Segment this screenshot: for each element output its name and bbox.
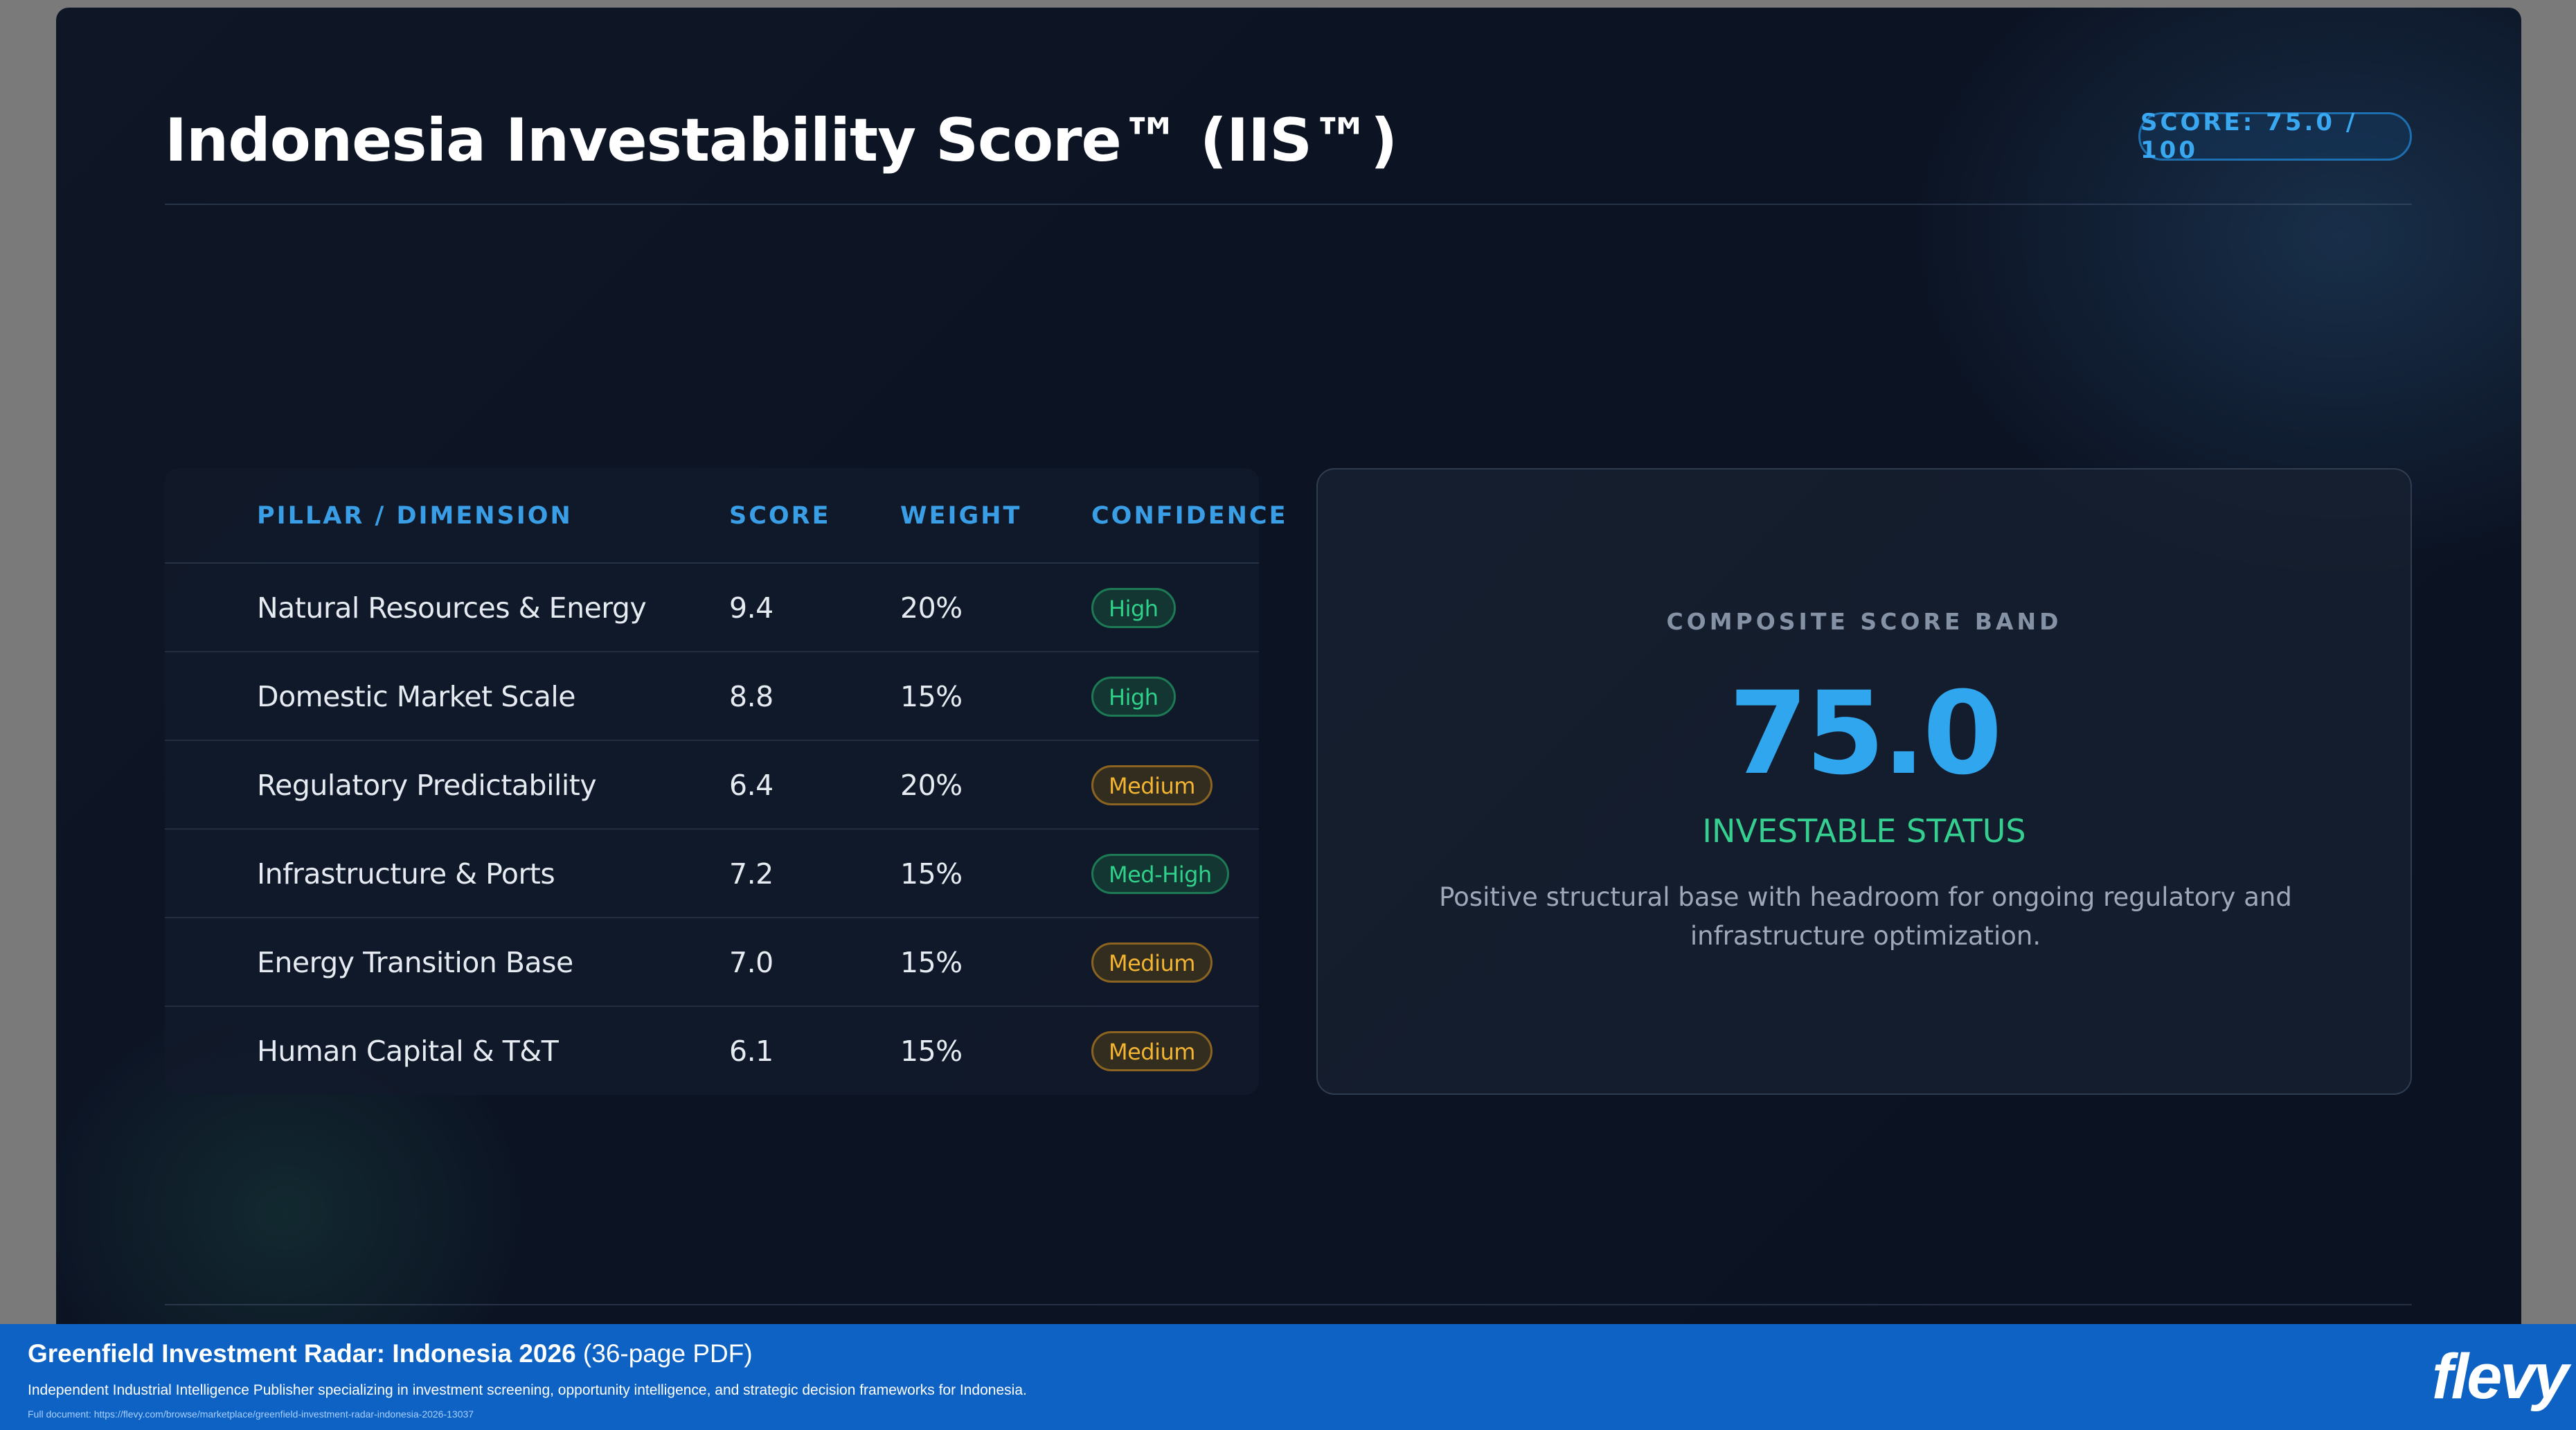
pillar-cell: Infrastructure & Ports	[257, 857, 555, 891]
header-divider	[165, 204, 2412, 205]
document-title[interactable]: Greenfield Investment Radar: Indonesia 2…	[28, 1339, 753, 1368]
confidence-badge: Medium	[1091, 765, 1213, 805]
band-label: COMPOSITE SCORE BAND	[1666, 608, 2062, 635]
document-footer: Greenfield Investment Radar: Indonesia 2…	[0, 1324, 2576, 1430]
column-header-pillar: PILLAR / DIMENSION	[257, 502, 573, 530]
column-header-weight: WEIGHT	[900, 502, 1022, 530]
confidence-badge: Med-High	[1091, 854, 1229, 894]
weight-cell: 20%	[900, 769, 963, 802]
table-row: Regulatory Predictability 6.4 20% Medium	[165, 741, 1259, 830]
weight-cell: 20%	[900, 591, 963, 625]
weight-cell: 15%	[900, 857, 963, 891]
confidence-badge: Medium	[1091, 942, 1213, 983]
publisher-description: Independent Industrial Intelligence Publ…	[28, 1382, 1027, 1398]
table-row: Natural Resources & Energy 9.4 20% High	[165, 564, 1259, 652]
pillar-cell: Domestic Market Scale	[257, 680, 576, 713]
score-cell: 7.0	[729, 946, 773, 979]
confidence-badge: High	[1091, 588, 1176, 628]
table-row: Infrastructure & Ports 7.2 15% Med-High	[165, 830, 1259, 918]
pillar-cell: Natural Resources & Energy	[257, 591, 647, 625]
column-header-score: SCORE	[729, 502, 831, 530]
pillar-cell: Regulatory Predictability	[257, 769, 597, 802]
flevy-logo[interactable]: flevy	[2432, 1341, 2569, 1413]
table-row: Energy Transition Base 7.0 15% Medium	[165, 918, 1259, 1007]
column-header-confidence: CONFIDENCE	[1091, 502, 1288, 530]
pillar-table: PILLAR / DIMENSION SCORE WEIGHT CONFIDEN…	[165, 468, 1286, 1096]
table-header: PILLAR / DIMENSION SCORE WEIGHT CONFIDEN…	[165, 468, 1286, 564]
confidence-badge: High	[1091, 677, 1176, 717]
composite-score-card: COMPOSITE SCORE BAND 75.0 INVESTABLE STA…	[1316, 468, 2412, 1095]
page-title: Indonesia Investability Score™ (IIS™)	[165, 106, 1397, 175]
table-row: Domestic Market Scale 8.8 15% High	[165, 652, 1259, 741]
table-row: Human Capital & T&T 6.1 15% Medium	[165, 1007, 1259, 1096]
score-cell: 8.8	[729, 680, 773, 713]
weight-cell: 15%	[900, 1035, 963, 1068]
slide: Indonesia Investability Score™ (IIS™) SC…	[56, 8, 2521, 1358]
pillar-cell: Human Capital & T&T	[257, 1035, 559, 1068]
band-description: Positive structural base with headroom f…	[1439, 882, 2292, 951]
confidence-badge: Medium	[1091, 1031, 1213, 1071]
composite-score-value: 75.0	[1728, 667, 2002, 800]
score-badge: SCORE: 75.0 / 100	[2138, 109, 2412, 164]
investable-status: INVESTABLE STATUS	[1702, 812, 2026, 850]
weight-cell: 15%	[900, 680, 963, 713]
footer-divider	[165, 1304, 2412, 1305]
document-link[interactable]: Full document: https://flevy.com/browse/…	[28, 1409, 474, 1420]
score-cell: 6.1	[729, 1035, 773, 1068]
score-cell: 9.4	[729, 591, 773, 625]
pillar-cell: Energy Transition Base	[257, 946, 573, 979]
score-cell: 7.2	[729, 857, 773, 891]
score-cell: 6.4	[729, 769, 773, 802]
weight-cell: 15%	[900, 946, 963, 979]
